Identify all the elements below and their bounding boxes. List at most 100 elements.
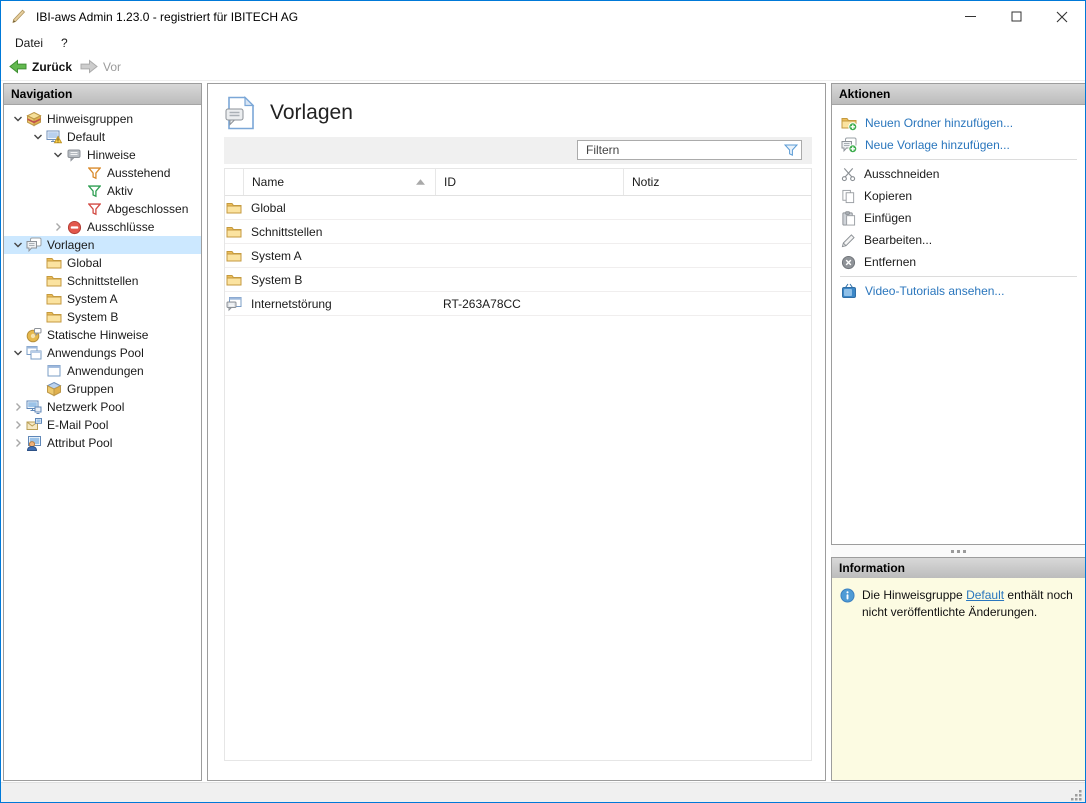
groups-icon bbox=[46, 381, 62, 397]
title-bar[interactable]: IBI-aws Admin 1.23.0 - registriert für I… bbox=[1, 1, 1085, 33]
status-bar bbox=[1, 782, 1085, 803]
action-new-template[interactable]: Neue Vorlage hinzufügen... bbox=[832, 134, 1085, 156]
nav-item-default[interactable]: Default bbox=[4, 128, 201, 146]
nav-item-label: Vorlagen bbox=[47, 238, 94, 252]
nav-item-global[interactable]: Global bbox=[4, 254, 201, 272]
nav-item-anwendungs-pool[interactable]: Anwendungs Pool bbox=[4, 344, 201, 362]
filter-funnel-icon[interactable] bbox=[781, 144, 801, 157]
chevron-right-icon[interactable] bbox=[50, 219, 66, 235]
chevron-down-icon[interactable] bbox=[10, 237, 26, 253]
table-row[interactable]: System A bbox=[225, 244, 811, 268]
action-cut[interactable]: Ausschneiden bbox=[832, 163, 1085, 185]
window-title: IBI-aws Admin 1.23.0 - registriert für I… bbox=[36, 10, 298, 24]
nav-item-hinweise[interactable]: Hinweise bbox=[4, 146, 201, 164]
templates-table: Name ID Notiz Global Schnittstellen bbox=[224, 168, 812, 761]
nav-item-schnittstellen[interactable]: Schnittstellen bbox=[4, 272, 201, 290]
nav-item-system-a[interactable]: System A bbox=[4, 290, 201, 308]
chevron-down-icon[interactable] bbox=[50, 147, 66, 163]
chevron-right-icon[interactable] bbox=[10, 417, 26, 433]
action-new-folder[interactable]: Neuen Ordner hinzufügen... bbox=[832, 112, 1085, 134]
applications-icon bbox=[46, 363, 62, 379]
forward-button[interactable]: Vor bbox=[80, 59, 121, 74]
notice-group-icon bbox=[46, 129, 62, 145]
menu-datei[interactable]: Datei bbox=[6, 32, 52, 53]
nav-item-label: System B bbox=[67, 310, 118, 324]
column-header-id[interactable]: ID bbox=[436, 169, 624, 195]
nav-item-vorlagen[interactable]: Vorlagen bbox=[4, 236, 201, 254]
information-message: Die Hinweisgruppe Default enthält noch n… bbox=[862, 587, 1075, 621]
action-remove[interactable]: Entfernen bbox=[832, 251, 1085, 273]
table-row[interactable]: Global bbox=[225, 196, 811, 220]
column-header-name[interactable]: Name bbox=[244, 169, 436, 195]
maximize-button[interactable] bbox=[993, 1, 1039, 32]
resize-grip-icon[interactable] bbox=[1070, 789, 1083, 802]
column-header-notiz[interactable]: Notiz bbox=[624, 175, 811, 189]
filter-pending-icon bbox=[86, 165, 102, 181]
copy-icon bbox=[841, 189, 856, 204]
navigation-toolbar: Zurück Vor bbox=[1, 53, 1085, 81]
notice-groups-icon bbox=[26, 111, 42, 127]
table-row[interactable]: Internetstörung RT-263A78CC bbox=[225, 292, 811, 316]
menu-bar: Datei ? bbox=[1, 32, 1085, 53]
action-paste[interactable]: Einfügen bbox=[832, 207, 1085, 229]
chevron-right-icon[interactable] bbox=[10, 435, 26, 451]
nav-item-system-b[interactable]: System B bbox=[4, 308, 201, 326]
table-row[interactable]: System B bbox=[225, 268, 811, 292]
nav-item-aktiv[interactable]: Aktiv bbox=[4, 182, 201, 200]
information-panel-header: Information bbox=[832, 558, 1085, 579]
chevron-down-icon[interactable] bbox=[30, 129, 46, 145]
cell-name: System A bbox=[243, 249, 435, 263]
menu-label: ? bbox=[61, 36, 68, 50]
maximize-icon bbox=[1011, 11, 1022, 22]
menu-help[interactable]: ? bbox=[52, 32, 77, 53]
nav-item-ausstehend[interactable]: Ausstehend bbox=[4, 164, 201, 182]
nav-item-label: Gruppen bbox=[67, 382, 114, 396]
nav-item-netzwerk-pool[interactable]: Netzwerk Pool bbox=[4, 398, 201, 416]
nav-item-statische-hinweise[interactable]: Statische Hinweise bbox=[4, 326, 201, 344]
close-button[interactable] bbox=[1039, 1, 1085, 32]
action-copy[interactable]: Kopieren bbox=[832, 185, 1085, 207]
column-label: ID bbox=[444, 175, 456, 189]
cut-icon bbox=[841, 167, 856, 182]
action-label: Neuen Ordner hinzufügen... bbox=[865, 116, 1013, 130]
app-window: IBI-aws Admin 1.23.0 - registriert für I… bbox=[0, 0, 1086, 803]
email-pool-icon bbox=[26, 417, 42, 433]
nav-item-anwendungen[interactable]: Anwendungen bbox=[4, 362, 201, 380]
table-row[interactable]: Schnittstellen bbox=[225, 220, 811, 244]
default-group-link[interactable]: Default bbox=[966, 588, 1004, 602]
action-label: Kopieren bbox=[864, 189, 912, 203]
nav-item-label: Attribut Pool bbox=[47, 436, 112, 450]
back-button[interactable]: Zurück bbox=[9, 59, 72, 74]
cell-name: System B bbox=[243, 273, 435, 287]
action-video-tutorials[interactable]: Video-Tutorials ansehen... bbox=[832, 280, 1085, 302]
nav-item-label: Schnittstellen bbox=[67, 274, 138, 288]
chevron-right-icon[interactable] bbox=[10, 399, 26, 415]
minimize-button[interactable] bbox=[947, 1, 993, 32]
table-header-row: Name ID Notiz bbox=[225, 169, 811, 196]
nav-item-ausschluesse[interactable]: Ausschlüsse bbox=[4, 218, 201, 236]
panel-splitter[interactable] bbox=[831, 545, 1086, 557]
splitter-dots-icon bbox=[951, 550, 954, 553]
action-label: Bearbeiten... bbox=[864, 233, 932, 247]
expander-spacer bbox=[30, 255, 46, 271]
nav-item-abgeschlossen[interactable]: Abgeschlossen bbox=[4, 200, 201, 218]
nav-item-attribut-pool[interactable]: Attribut Pool bbox=[4, 434, 201, 452]
chevron-down-icon[interactable] bbox=[10, 345, 26, 361]
nav-item-gruppen[interactable]: Gruppen bbox=[4, 380, 201, 398]
nav-item-hinweisgruppen[interactable]: Hinweisgruppen bbox=[4, 110, 201, 128]
navigation-panel-header: Navigation bbox=[4, 84, 201, 105]
filter-input[interactable] bbox=[578, 143, 781, 157]
filter-active-icon bbox=[86, 183, 102, 199]
header-icon-column[interactable] bbox=[225, 169, 244, 195]
video-icon bbox=[841, 283, 857, 299]
nav-item-email-pool[interactable]: E-Mail Pool bbox=[4, 416, 201, 434]
page-header: Vorlagen bbox=[224, 96, 353, 130]
action-edit[interactable]: Bearbeiten... bbox=[832, 229, 1085, 251]
back-icon bbox=[9, 59, 27, 74]
information-panel: Information Die Hinweisgruppe Default en… bbox=[831, 557, 1086, 781]
action-label: Neue Vorlage hinzufügen... bbox=[865, 138, 1010, 152]
chevron-down-icon[interactable] bbox=[10, 111, 26, 127]
action-label: Video-Tutorials ansehen... bbox=[865, 284, 1004, 298]
expander-spacer bbox=[10, 327, 26, 343]
actions-panel-header: Aktionen bbox=[832, 84, 1085, 105]
